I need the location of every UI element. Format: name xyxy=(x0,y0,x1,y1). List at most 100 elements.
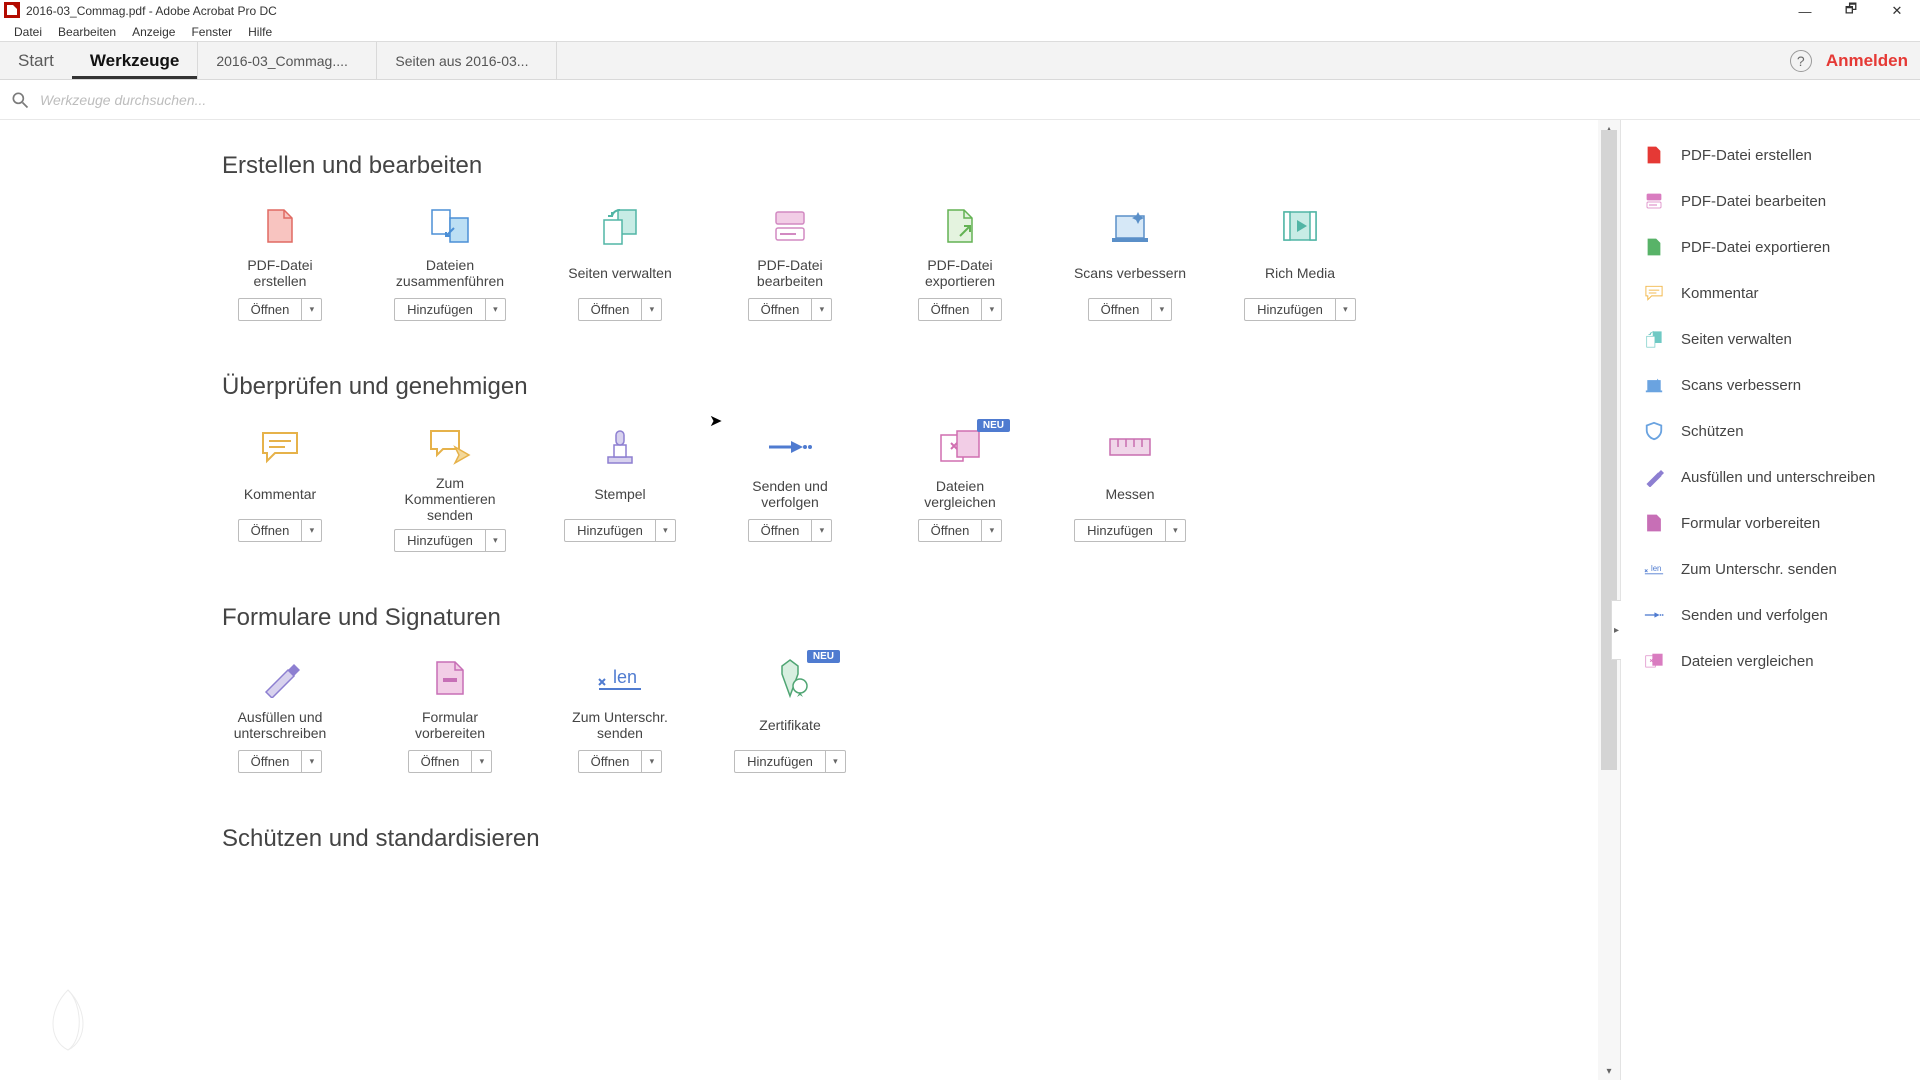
tool-send-track[interactable]: Senden und verfolgen Öffnen▾ xyxy=(732,425,848,552)
open-button[interactable]: Öffnen xyxy=(748,519,813,542)
rp-rp-compare[interactable]: Dateien vergleichen xyxy=(1621,638,1920,684)
tab-document-2[interactable]: Seiten aus 2016-03... xyxy=(377,42,557,79)
rp-rp-sendtrk[interactable]: Senden und verfolgen xyxy=(1621,592,1920,638)
search-input[interactable] xyxy=(40,92,640,108)
stamp-icon xyxy=(594,425,646,469)
rp-rp-protect[interactable]: Schützen xyxy=(1621,408,1920,454)
tool-send-comments[interactable]: Zum Kommentieren sendenHinzufügen▾ xyxy=(392,425,508,552)
open-button[interactable]: Öffnen xyxy=(238,298,303,321)
rp-rp-sendsign[interactable]: lenZum Unterschr. senden xyxy=(1621,546,1920,592)
menu-fenster[interactable]: Fenster xyxy=(183,23,240,41)
open-button[interactable]: Öffnen xyxy=(408,750,473,773)
collapse-handle-icon[interactable]: ▸ xyxy=(1611,600,1621,660)
tool-comment[interactable]: Kommentar Öffnen▾ xyxy=(222,425,338,552)
help-icon[interactable]: ? xyxy=(1790,50,1812,72)
rp-label: PDF-Datei bearbeiten xyxy=(1681,193,1826,210)
open-button[interactable]: Öffnen xyxy=(578,750,643,773)
rp-rp-organize[interactable]: Seiten verwalten xyxy=(1621,316,1920,362)
chevron-down-icon[interactable]: ▾ xyxy=(302,298,322,321)
tool-prepare-form[interactable]: Formular vorbereitenÖffnen▾ xyxy=(392,656,508,773)
tab-start[interactable]: Start xyxy=(0,42,72,79)
rp-label: Ausfüllen und unterschreiben xyxy=(1681,469,1875,486)
tool-compare[interactable]: NEUDateien vergleichenÖffnen▾ xyxy=(902,425,1018,552)
send-sign-icon: len xyxy=(1643,558,1665,580)
menu-hilfe[interactable]: Hilfe xyxy=(240,23,280,41)
tool-combine[interactable]: Dateien zusammenführenHinzufügen▾ xyxy=(392,204,508,321)
chevron-down-icon[interactable]: ▾ xyxy=(982,519,1002,542)
menu-anzeige[interactable]: Anzeige xyxy=(124,23,183,41)
tool-label: Zertifikate xyxy=(759,706,820,744)
chevron-down-icon[interactable]: ▾ xyxy=(486,298,506,321)
tab-document-1[interactable]: 2016-03_Commag.... xyxy=(197,42,377,79)
add-button[interactable]: Hinzufügen xyxy=(1244,298,1336,321)
badge-neu: NEU xyxy=(807,650,840,663)
tool-stamp[interactable]: StempelHinzufügen▾ xyxy=(562,425,678,552)
section-title: Überprüfen und genehmigen xyxy=(222,373,1598,401)
menu-bearbeiten[interactable]: Bearbeiten xyxy=(50,23,124,41)
open-button[interactable]: Öffnen xyxy=(918,298,983,321)
add-button[interactable]: Hinzufügen xyxy=(394,529,486,552)
tool-export-pdf[interactable]: PDF-Datei exportierenÖffnen▾ xyxy=(902,204,1018,321)
fill-sign-icon xyxy=(1643,466,1665,488)
rp-rp-create[interactable]: PDF-Datei erstellen xyxy=(1621,132,1920,178)
chevron-down-icon[interactable]: ▾ xyxy=(656,519,676,542)
tool-label: Kommentar xyxy=(244,475,316,513)
rp-label: Seiten verwalten xyxy=(1681,331,1792,348)
rp-rp-prepform[interactable]: Formular vorbereiten xyxy=(1621,500,1920,546)
add-button[interactable]: Hinzufügen xyxy=(1074,519,1166,542)
chevron-down-icon[interactable]: ▾ xyxy=(486,529,506,552)
rp-rp-edit[interactable]: PDF-Datei bearbeiten xyxy=(1621,178,1920,224)
add-button[interactable]: Hinzufügen xyxy=(564,519,656,542)
window-maximize-button[interactable]: 🗗 xyxy=(1828,0,1874,22)
tool-rich-media[interactable]: Rich MediaHinzufügen▾ xyxy=(1242,204,1358,321)
tool-fill-sign[interactable]: Ausfüllen und unterschreibenÖffnen▾ xyxy=(222,656,338,773)
tool-measure[interactable]: MessenHinzufügen▾ xyxy=(1072,425,1188,552)
chevron-down-icon[interactable]: ▾ xyxy=(982,298,1002,321)
rp-rp-enhance[interactable]: Scans verbessern xyxy=(1621,362,1920,408)
chevron-down-icon[interactable]: ▾ xyxy=(302,519,322,542)
scrollbar-arrow-down-icon[interactable]: ▾ xyxy=(1598,1062,1620,1080)
search-icon xyxy=(10,90,30,110)
open-button[interactable]: Öffnen xyxy=(1088,298,1153,321)
open-button[interactable]: Öffnen xyxy=(578,298,643,321)
tool-create-pdf[interactable]: PDF-Datei erstellenÖffnen▾ xyxy=(222,204,338,321)
tool-send-sign[interactable]: lenZum Unterschr. sendenÖffnen▾ xyxy=(562,656,678,773)
window-close-button[interactable]: ✕ xyxy=(1874,0,1920,22)
window-minimize-button[interactable]: — xyxy=(1782,0,1828,22)
tool-label: Seiten verwalten xyxy=(568,254,672,292)
rp-rp-comment[interactable]: Kommentar xyxy=(1621,270,1920,316)
add-button[interactable]: Hinzufügen xyxy=(734,750,826,773)
organize-icon xyxy=(1643,328,1665,350)
rich-media-icon xyxy=(1274,204,1326,248)
chevron-down-icon[interactable]: ▾ xyxy=(826,750,846,773)
menu-datei[interactable]: Datei xyxy=(6,23,50,41)
tool-edit-pdf[interactable]: PDF-Datei bearbeitenÖffnen▾ xyxy=(732,204,848,321)
open-button[interactable]: Öffnen xyxy=(238,750,303,773)
chevron-down-icon[interactable]: ▾ xyxy=(812,298,832,321)
scrollbar-thumb[interactable] xyxy=(1601,130,1617,770)
open-button[interactable]: Öffnen xyxy=(748,298,813,321)
chevron-down-icon[interactable]: ▾ xyxy=(1336,298,1356,321)
open-button[interactable]: Öffnen xyxy=(238,519,303,542)
compare-icon xyxy=(1643,650,1665,672)
rp-rp-export[interactable]: PDF-Datei exportieren xyxy=(1621,224,1920,270)
rp-rp-fillsign[interactable]: Ausfüllen und unterschreiben xyxy=(1621,454,1920,500)
tool-label: Senden und verfolgen xyxy=(732,475,848,513)
rp-label: Schützen xyxy=(1681,423,1744,440)
tool-enhance-scans[interactable]: Scans verbessernÖffnen▾ xyxy=(1072,204,1188,321)
title-bar: 2016-03_Commag.pdf - Adobe Acrobat Pro D… xyxy=(0,0,1920,22)
chevron-down-icon[interactable]: ▾ xyxy=(302,750,322,773)
chevron-down-icon[interactable]: ▾ xyxy=(1166,519,1186,542)
chevron-down-icon[interactable]: ▾ xyxy=(472,750,492,773)
tool-certificates[interactable]: NEUZertifikateHinzufügen▾ xyxy=(732,656,848,773)
open-button[interactable]: Öffnen xyxy=(918,519,983,542)
chevron-down-icon[interactable]: ▾ xyxy=(642,298,662,321)
chevron-down-icon[interactable]: ▾ xyxy=(642,750,662,773)
signin-link[interactable]: Anmelden xyxy=(1826,51,1908,71)
chevron-down-icon[interactable]: ▾ xyxy=(812,519,832,542)
chevron-down-icon[interactable]: ▾ xyxy=(1152,298,1172,321)
export-pdf-icon xyxy=(1643,236,1665,258)
add-button[interactable]: Hinzufügen xyxy=(394,298,486,321)
tab-werkzeuge[interactable]: Werkzeuge xyxy=(72,42,197,79)
tool-organize[interactable]: Seiten verwalten Öffnen▾ xyxy=(562,204,678,321)
